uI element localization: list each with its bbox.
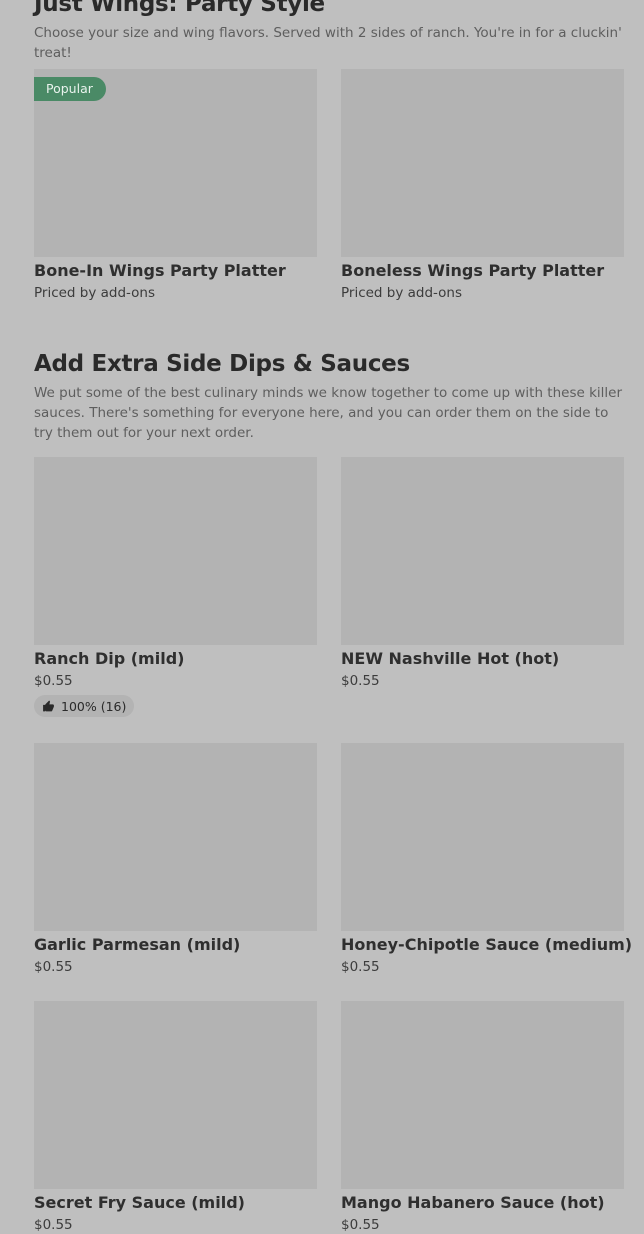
item-price: $0.55 [34, 1217, 73, 1233]
popular-badge: Popular [34, 77, 106, 101]
item-image: Popular [34, 69, 317, 257]
item-name: Secret Fry Sauce (mild) [34, 1193, 245, 1212]
menu-item-card[interactable]: NEW Nashville Hot (hot) $0.55 [341, 457, 624, 743]
menu-item-card[interactable]: Ranch Dip (mild) $0.55 100% (16) [34, 457, 317, 743]
item-image [341, 743, 624, 931]
thumbs-up-icon [42, 700, 55, 713]
menu-section-party-wings: Just Wings: Party Style Choose your size… [34, 0, 624, 302]
item-name: Honey-Chipotle Sauce (medium) [341, 935, 633, 954]
item-name: Bone-In Wings Party Platter [34, 261, 286, 280]
item-name: Mango Habanero Sauce (hot) [341, 1193, 605, 1212]
section-description: Choose your size and wing flavors. Serve… [34, 25, 622, 61]
item-image [34, 457, 317, 645]
menu-item-card[interactable]: Secret Fry Sauce (mild) $0.55 [34, 1001, 317, 1234]
section-description: We put some of the best culinary minds w… [34, 385, 623, 441]
menu-item-card[interactable]: Popular Bone-In Wings Party Platter Pric… [34, 69, 317, 302]
item-price: $0.55 [341, 1217, 380, 1233]
menu-section-side-dips: Add Extra Side Dips & Sauces We put some… [34, 350, 633, 1234]
menu-item-card[interactable]: Boneless Wings Party Platter Priced by a… [341, 69, 624, 302]
menu-page: Just Wings: Party Style Choose your size… [34, 0, 633, 1234]
item-price: $0.55 [341, 959, 380, 975]
section-title: Just Wings: Party Style [34, 0, 325, 17]
item-name: Boneless Wings Party Platter [341, 261, 605, 280]
item-name: Ranch Dip (mild) [34, 649, 185, 668]
item-name: NEW Nashville Hot (hot) [341, 649, 560, 668]
item-image [34, 743, 317, 931]
item-grid: Popular Bone-In Wings Party Platter Pric… [34, 69, 624, 302]
menu-item-card[interactable]: Honey-Chipotle Sauce (medium) $0.55 [341, 743, 633, 1001]
rating-badge: 100% (16) [34, 695, 135, 717]
item-image [341, 1001, 624, 1189]
item-image [341, 69, 624, 257]
item-price: $0.55 [34, 673, 73, 689]
item-price: Priced by add-ons [34, 285, 156, 301]
section-title: Add Extra Side Dips & Sauces [34, 351, 410, 377]
item-grid: Ranch Dip (mild) $0.55 100% (16) NEW Nas… [34, 457, 633, 1234]
item-price: Priced by add-ons [341, 285, 463, 301]
item-price: $0.55 [341, 673, 380, 689]
rating-text: 100% (16) [61, 698, 127, 714]
item-image [341, 457, 624, 645]
item-price: $0.55 [34, 959, 73, 975]
item-image [34, 1001, 317, 1189]
item-name: Garlic Parmesan (mild) [34, 935, 241, 954]
menu-item-card[interactable]: Mango Habanero Sauce (hot) $0.55 [341, 1001, 624, 1234]
menu-item-card[interactable]: Garlic Parmesan (mild) $0.55 [34, 743, 317, 1001]
